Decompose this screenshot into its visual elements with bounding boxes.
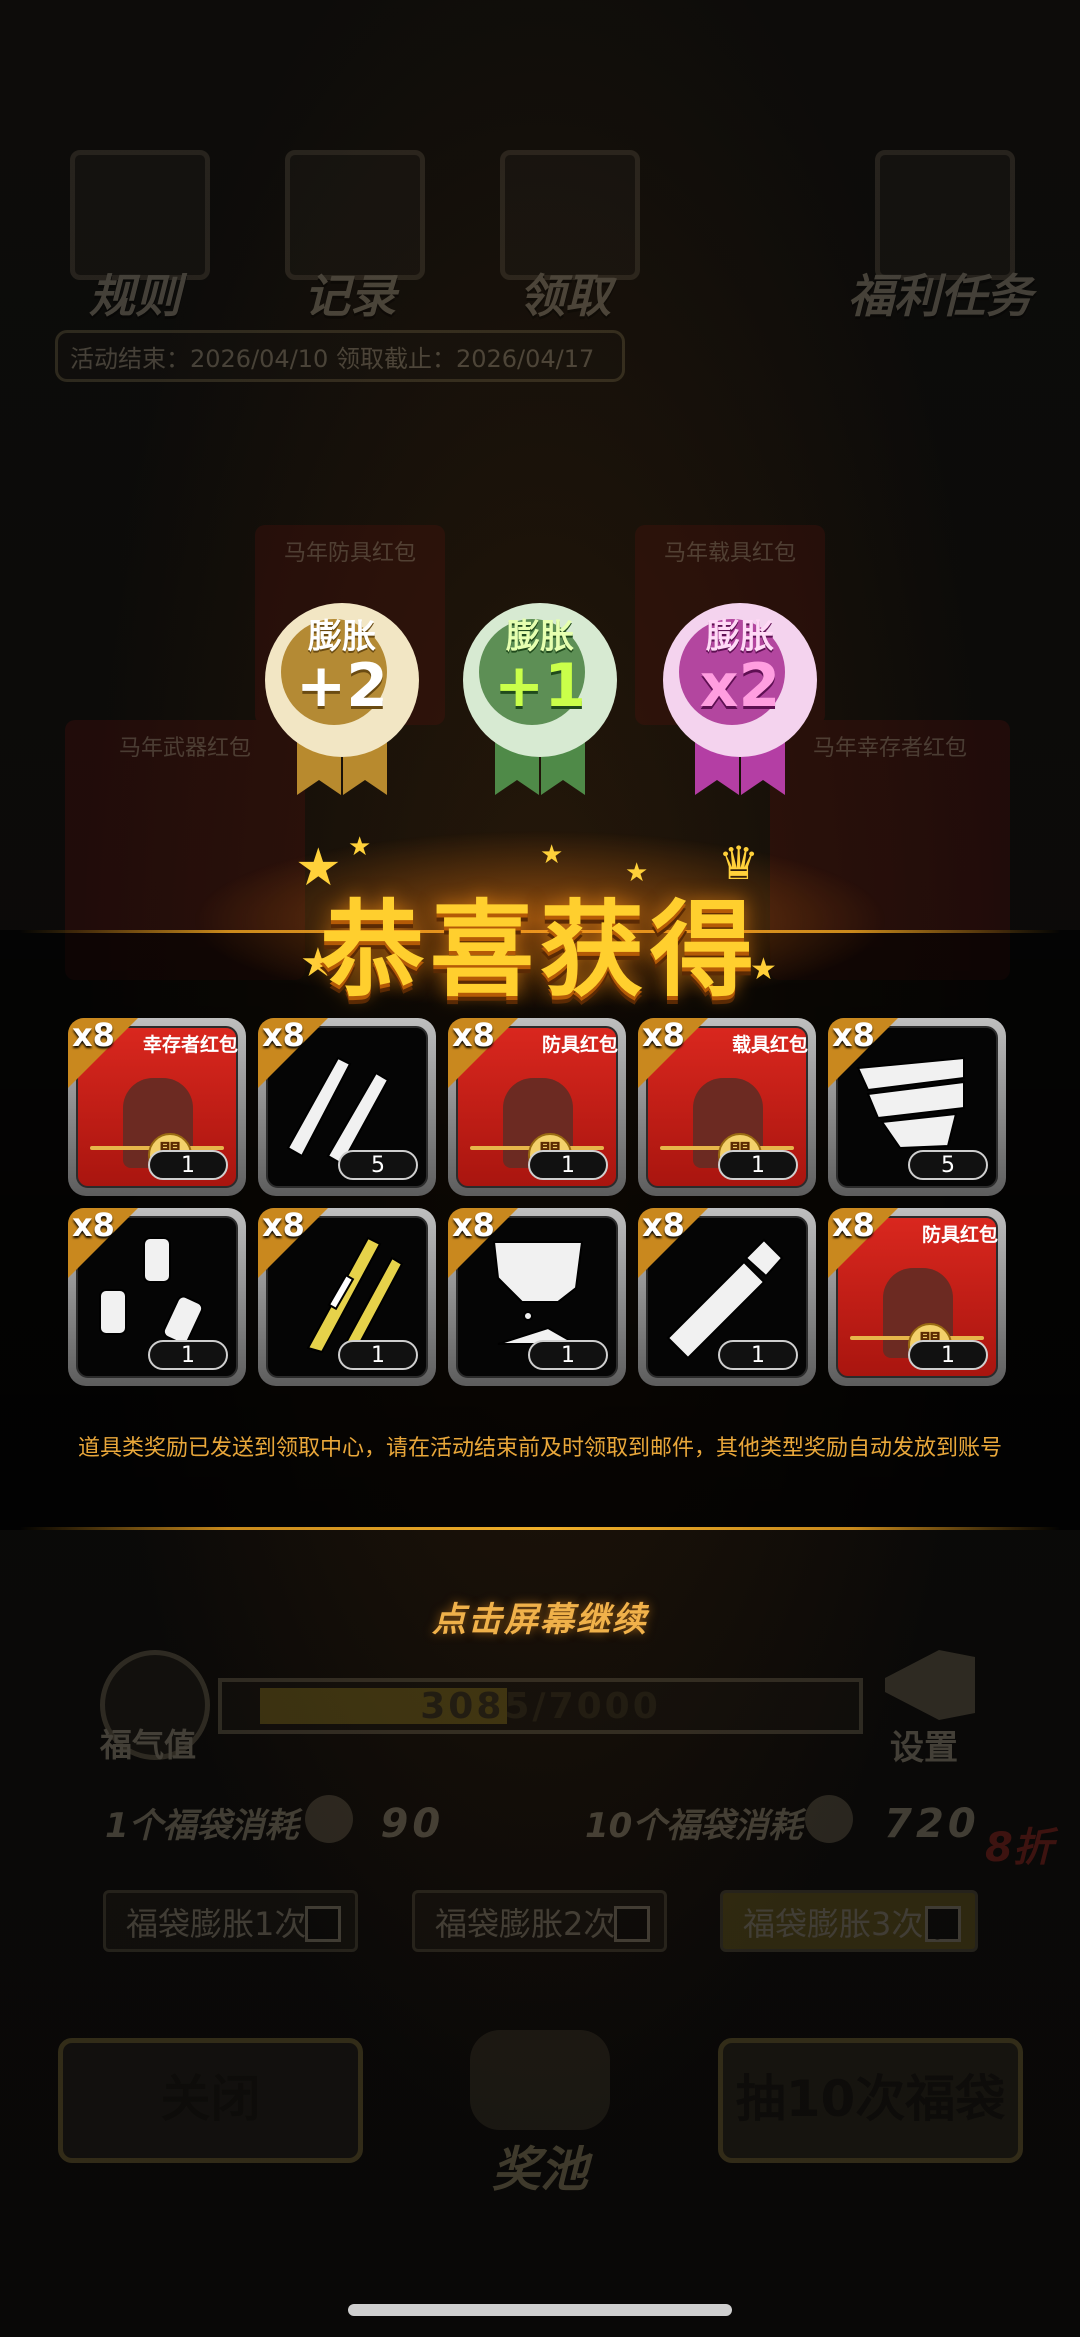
item-quantity: 1	[908, 1340, 988, 1370]
cost-1-label: 1个福袋消耗	[105, 1806, 299, 1846]
expand-2-checkbox[interactable]	[614, 1906, 650, 1942]
item-quantity: 1	[338, 1340, 418, 1370]
item-multiplier: x8	[642, 1016, 685, 1054]
cost-10-value: 720	[884, 1801, 980, 1847]
badge-value: +1	[493, 651, 587, 721]
rules-button[interactable]: 规则	[50, 150, 220, 323]
expand-badge-plus1: 膨胀 +1	[455, 595, 625, 795]
fuqi-progress-bar: 3085/7000	[218, 1678, 863, 1734]
expand-3-label: 福袋膨胀3次	[743, 1905, 924, 1943]
reward-item[interactable]: 開幸存者红包x81	[68, 1016, 246, 1196]
prize-pool-button[interactable]: 奖池	[440, 2010, 640, 2198]
claim-label: 领取	[519, 269, 611, 323]
expand-2-toggle[interactable]: 福袋膨胀2次	[412, 1890, 667, 1952]
item-multiplier: x8	[262, 1206, 305, 1244]
reward-notice: 道具类奖励已发送到领取中心，请在活动结束前及时领取到邮件，其他类型奖励自动发放到…	[77, 1436, 1002, 1461]
records-label: 记录	[304, 269, 396, 323]
item-multiplier: x8	[452, 1206, 495, 1244]
cost-1-bag: 1个福袋消耗 90	[105, 1798, 444, 1847]
expand-badge-x2: 膨胀 x2	[655, 595, 825, 795]
item-quantity: 1	[148, 1340, 228, 1370]
item-multiplier: x8	[72, 1206, 115, 1244]
fuqi-coin-icon	[305, 1795, 353, 1843]
badge-value: +2	[295, 651, 389, 721]
item-multiplier: x8	[72, 1016, 115, 1054]
reward-item[interactable]: 開防具红包x81	[448, 1016, 626, 1196]
reward-item[interactable]: x8 5	[828, 1016, 1006, 1196]
settings-label[interactable]: 设置	[890, 1720, 958, 1769]
expand-1-toggle[interactable]: 福袋膨胀1次	[103, 1890, 358, 1952]
claim-button[interactable]: 领取	[480, 150, 650, 323]
reward-item[interactable]: x8 1	[448, 1206, 626, 1386]
reward-item[interactable]: 開载具红包x81	[638, 1016, 816, 1196]
expand-3-toggle[interactable]: 福袋膨胀3次 ✔	[720, 1890, 978, 1953]
star-icon: ★	[348, 832, 372, 862]
event-dates: 活动结束：2026/04/10 领取截止：2026/04/17	[55, 330, 625, 382]
expand-1-label: 福袋膨胀1次	[126, 1905, 307, 1943]
item-multiplier: x8	[832, 1016, 875, 1054]
cost-10-bags: 10个福袋消耗 720	[585, 1798, 980, 1847]
fuqi-coin-icon	[805, 1795, 853, 1843]
item-quantity: 1	[718, 1150, 798, 1180]
cost-1-value: 90	[380, 1801, 445, 1847]
records-button[interactable]: 记录	[265, 150, 435, 323]
check-icon: ✔	[927, 1907, 961, 1953]
welfare-task-button[interactable]: 福利任务	[840, 150, 1040, 323]
banner-title: 恭喜获得	[319, 889, 760, 1011]
item-multiplier: x8	[642, 1206, 685, 1244]
item-quantity: 5	[338, 1150, 418, 1180]
expand-1-checkbox[interactable]	[305, 1906, 341, 1942]
cost-10-label: 10个福袋消耗	[585, 1806, 803, 1846]
draw-10-button[interactable]: 抽10次福袋	[718, 2038, 1023, 2163]
prize-pool-label: 奖池	[491, 2142, 588, 2198]
badge-value: x2	[699, 651, 781, 721]
item-quantity: 1	[148, 1150, 228, 1180]
item-quantity: 1	[528, 1150, 608, 1180]
welfare-task-label: 福利任务	[848, 269, 1032, 323]
discount-badge: 8折	[985, 1825, 1053, 1871]
item-quantity: 1	[528, 1340, 608, 1370]
item-multiplier: x8	[452, 1016, 495, 1054]
reward-item[interactable]: x8 1	[68, 1206, 246, 1386]
reward-item[interactable]: x8 5	[258, 1016, 436, 1196]
home-indicator[interactable]	[348, 2304, 732, 2316]
item-quantity: 1	[718, 1340, 798, 1370]
close-button[interactable]: 关闭	[58, 2038, 363, 2163]
fuqi-label: 福气值	[100, 1726, 197, 1764]
rules-label: 规则	[89, 269, 181, 323]
progress-text: 3085/7000	[420, 1686, 661, 1727]
gold-divider-bottom	[20, 1527, 1060, 1530]
expand-2-label: 福袋膨胀2次	[435, 1905, 616, 1943]
item-multiplier: x8	[262, 1016, 305, 1054]
chest-icon	[470, 2030, 610, 2130]
expand-badge-plus2: 膨胀 +2	[257, 595, 427, 795]
reward-item[interactable]: x8 1	[258, 1206, 436, 1386]
reward-item[interactable]: x8 1	[638, 1206, 816, 1386]
item-quantity: 5	[908, 1150, 988, 1180]
reward-item[interactable]: 開防具红包x81	[828, 1206, 1006, 1386]
item-multiplier: x8	[832, 1206, 875, 1244]
tap-to-continue[interactable]: 点击屏幕继续	[0, 1592, 1080, 1641]
